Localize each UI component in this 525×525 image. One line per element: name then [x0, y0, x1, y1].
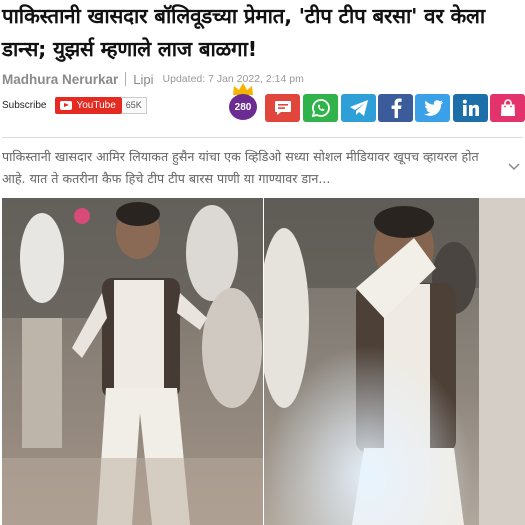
comment-count: 280 — [229, 94, 257, 120]
whatsapp-share-button[interactable] — [303, 94, 338, 122]
linkedin-icon — [462, 99, 479, 116]
twitter-share-button[interactable] — [415, 94, 450, 122]
youtube-subscribe-button[interactable]: YouTube — [55, 96, 122, 114]
shop-share-button[interactable] — [490, 94, 525, 122]
subscribe-row: Subscribe YouTube 65K — [2, 95, 147, 115]
facebook-share-button[interactable] — [378, 94, 413, 122]
article-headline: पाकिस्तानी खासदार बॉलिवूडच्या प्रेमात, '… — [2, 4, 486, 61]
linkedin-share-button[interactable] — [453, 94, 488, 122]
youtube-play-icon — [60, 100, 73, 110]
video-still-right[interactable] — [264, 198, 525, 525]
facebook-icon — [391, 98, 402, 118]
whatsapp-icon — [311, 99, 330, 118]
byline-separator — [125, 72, 127, 86]
dancer-photo-right — [264, 198, 525, 525]
source-name[interactable]: Lipi — [133, 72, 153, 87]
twitter-icon — [423, 99, 443, 116]
comment-count-badge[interactable]: 280 — [229, 83, 257, 121]
telegram-icon — [349, 100, 368, 116]
youtube-label: YouTube — [76, 99, 116, 111]
comments-share-button[interactable] — [265, 94, 300, 122]
video-still-left[interactable] — [2, 198, 263, 525]
subscribe-label: Subscribe — [2, 99, 47, 111]
section-divider — [2, 137, 523, 138]
shopping-bag-icon — [500, 99, 515, 116]
chat-icon — [274, 101, 291, 115]
subscriber-count: 65K — [121, 96, 147, 114]
author-name[interactable]: Madhura Nerurkar — [2, 72, 118, 87]
dancer-photo-left — [2, 198, 263, 525]
article-summary: पाकिस्तानी खासदार आमिर लियाकत हुसैन यांच… — [2, 149, 479, 186]
chevron-down-icon[interactable] — [508, 163, 520, 171]
telegram-share-button[interactable] — [341, 94, 376, 122]
byline: Madhura Nerurkar Lipi Updated: 7 Jan 202… — [2, 70, 304, 88]
